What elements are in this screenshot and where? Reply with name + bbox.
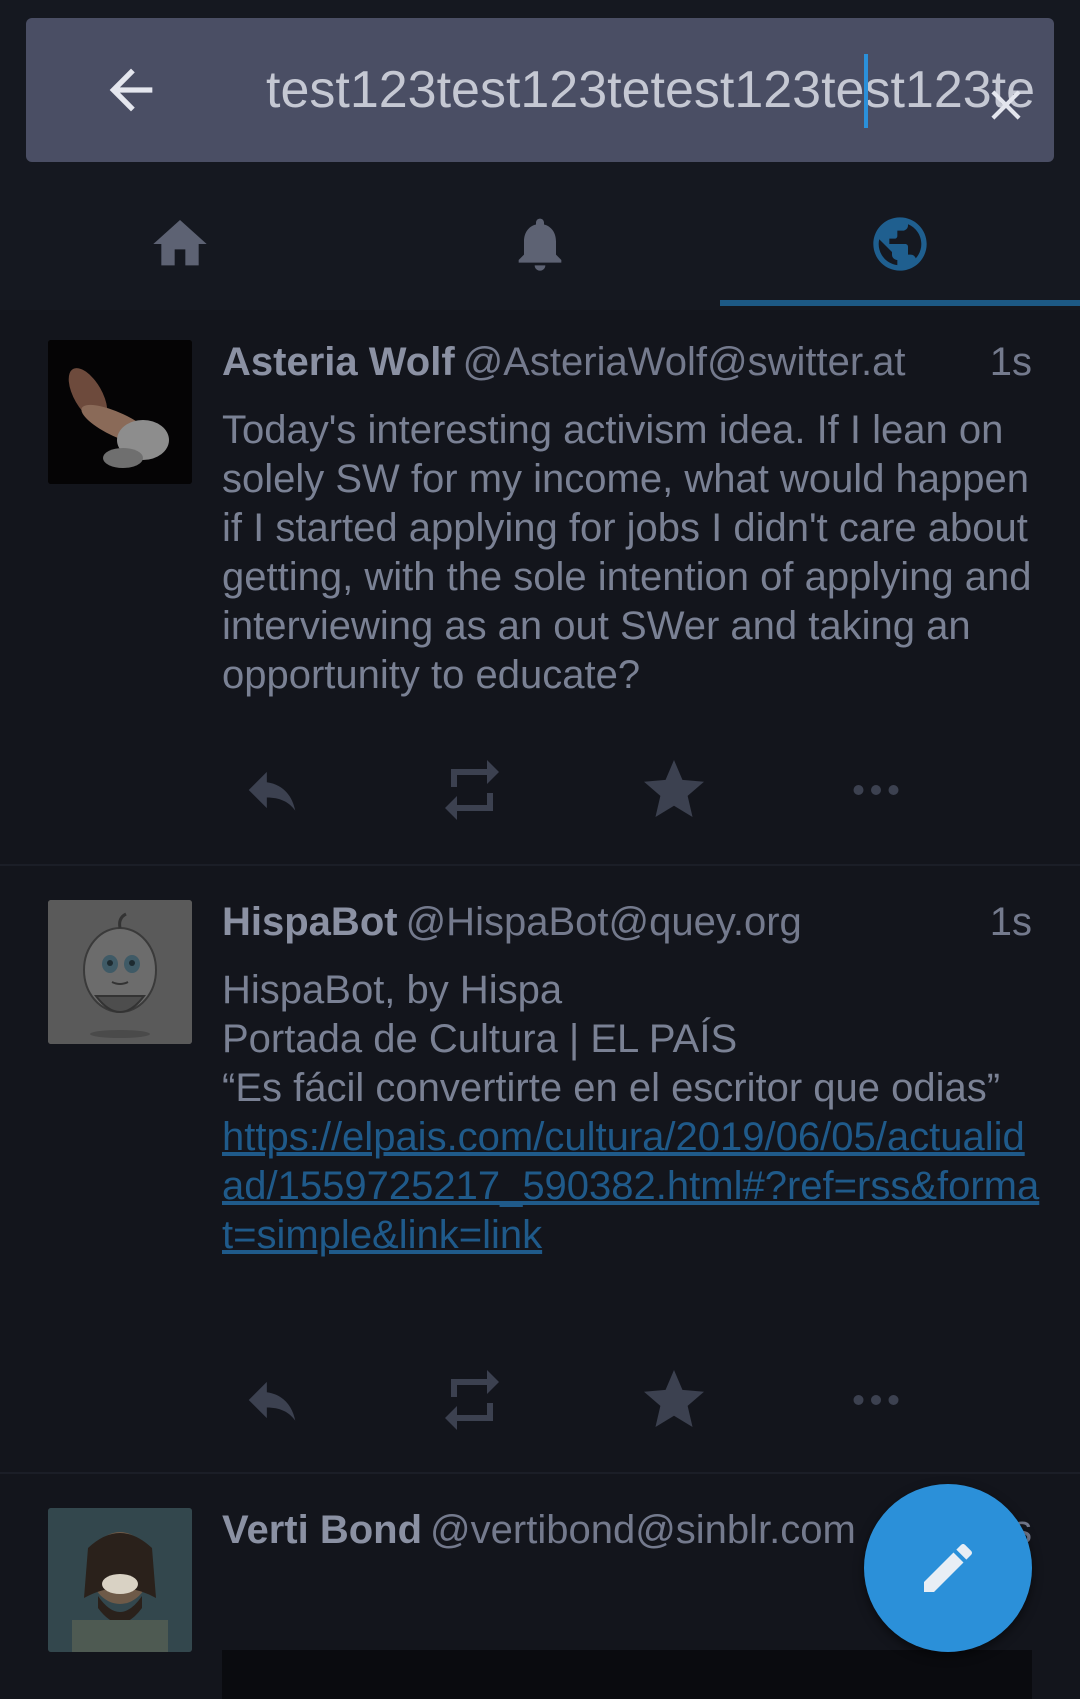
favourite-button[interactable] <box>634 1360 714 1440</box>
pencil-icon <box>924 1543 973 1592</box>
timestamp: 1s <box>989 900 1032 944</box>
content-line: “Es fácil convertirte en el escritor que… <box>222 1066 1001 1110</box>
reply-icon <box>248 771 296 811</box>
reply-button[interactable] <box>232 1360 312 1440</box>
boost-icon <box>445 760 499 820</box>
clear-icon[interactable] <box>981 80 1031 130</box>
display-name[interactable]: Asteria Wolf <box>222 340 455 384</box>
timeline-tabs <box>0 180 1080 308</box>
boost-button[interactable] <box>432 750 512 830</box>
star-icon <box>644 760 704 817</box>
bell-icon <box>518 218 562 271</box>
media-preview[interactable] <box>222 1650 1032 1699</box>
text-caret <box>864 54 868 128</box>
status-actions <box>222 750 1022 830</box>
active-tab-indicator <box>720 300 1080 306</box>
back-arrow-icon[interactable] <box>96 58 166 122</box>
more-icon <box>853 1395 899 1405</box>
more-icon <box>853 785 899 795</box>
avatar-image <box>48 1508 192 1652</box>
reply-button[interactable] <box>232 750 312 830</box>
avatar[interactable] <box>48 340 192 484</box>
status-actions <box>222 1360 1022 1440</box>
tab-federated[interactable] <box>720 180 1080 308</box>
tab-home[interactable] <box>0 180 360 308</box>
avatar-image <box>48 900 192 1044</box>
display-name[interactable]: HispaBot <box>222 900 398 944</box>
content-line: HispaBot, by Hispa <box>222 968 563 1012</box>
favourite-button[interactable] <box>634 750 714 830</box>
search-bar: test123test123tetest123test123te <box>26 18 1054 162</box>
avatar[interactable] <box>48 900 192 1044</box>
search-input[interactable]: test123test123tetest123test123te <box>266 18 1054 162</box>
status-content: HispaBot, by Hispa Portada de Cultura | … <box>222 966 1042 1260</box>
status-content: Today's interesting activism idea. If I … <box>222 408 1032 697</box>
display-name[interactable]: Verti Bond <box>222 1508 422 1552</box>
globe-icon <box>873 217 927 271</box>
reply-icon <box>248 1381 296 1421</box>
account-handle[interactable]: @HispaBot@quey.org <box>406 900 802 944</box>
tab-notifications[interactable] <box>360 180 720 308</box>
avatar-image <box>48 340 192 484</box>
timestamp: 1s <box>989 340 1032 384</box>
star-icon <box>644 1370 704 1427</box>
account-handle[interactable]: @AsteriaWolf@switter.at <box>463 340 906 384</box>
more-button[interactable] <box>836 1360 916 1440</box>
home-icon <box>153 220 207 266</box>
status-item[interactable]: Asteria Wolf @AsteriaWolf@switter.at 1s T… <box>0 310 1080 866</box>
account-handle[interactable]: @vertibond@sinblr.com <box>430 1508 856 1552</box>
content-line: Portada de Cultura | EL PAÍS <box>222 1017 738 1061</box>
avatar[interactable] <box>48 1508 192 1652</box>
boost-icon <box>445 1370 499 1430</box>
more-button[interactable] <box>836 750 916 830</box>
compose-button[interactable] <box>864 1484 1032 1652</box>
status-item[interactable]: HispaBot @HispaBot@quey.org 1s HispaBot, … <box>0 866 1080 1472</box>
boost-button[interactable] <box>432 1360 512 1440</box>
status-link[interactable]: https://elpais.com/cultura/2019/06/05/ac… <box>222 1115 1039 1257</box>
